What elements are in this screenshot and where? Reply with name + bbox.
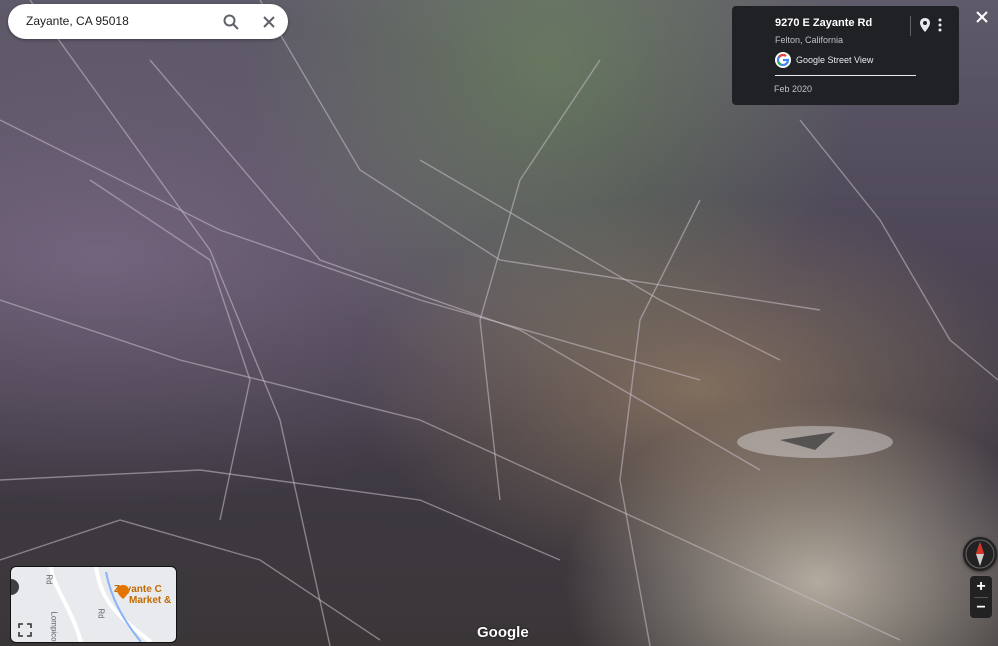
- capture-date[interactable]: Feb 2020: [774, 84, 812, 94]
- more-vert-icon[interactable]: [936, 17, 944, 33]
- fullscreen-icon[interactable]: [17, 622, 33, 638]
- mini-map[interactable]: Zayante C Market & Rd Lompico Rd: [10, 566, 177, 643]
- zoom-out-button[interactable]: −: [970, 598, 992, 618]
- address-title: 9270 E Zayante Rd: [775, 17, 873, 29]
- google-logo-icon: [775, 52, 791, 68]
- map-place-label: Market &: [129, 595, 172, 606]
- source-label[interactable]: Google Street View: [796, 55, 873, 65]
- road-label: Rd: [96, 608, 106, 619]
- search-query[interactable]: Zayante, CA 95018: [26, 14, 129, 28]
- divider: [775, 75, 916, 76]
- road-label: Rd: [44, 574, 54, 585]
- city-subtitle: Felton, California: [775, 35, 844, 45]
- close-street-view-icon[interactable]: [974, 9, 990, 25]
- search-box[interactable]: Zayante, CA 95018: [8, 4, 288, 39]
- divider: [910, 16, 911, 36]
- location-pin-icon[interactable]: [918, 17, 932, 33]
- zoom-controls: + −: [970, 576, 992, 618]
- clear-search-icon[interactable]: [260, 13, 278, 31]
- location-info-card: 9270 E Zayante Rd Felton, California Goo…: [732, 6, 959, 105]
- restaurant-pin-icon[interactable]: [117, 585, 129, 599]
- road-label: Lompico: [49, 611, 59, 642]
- google-watermark: Google: [477, 624, 529, 641]
- zoom-in-button[interactable]: +: [970, 577, 992, 597]
- search-icon[interactable]: [222, 13, 240, 31]
- compass-icon[interactable]: [963, 537, 997, 571]
